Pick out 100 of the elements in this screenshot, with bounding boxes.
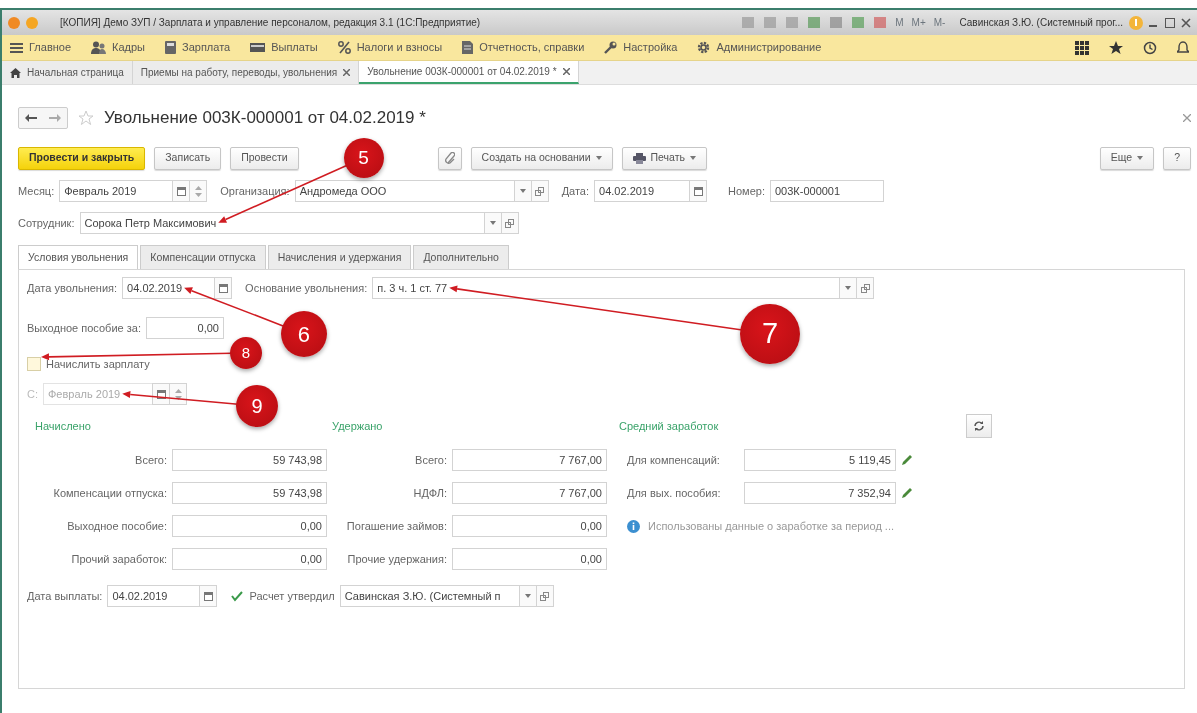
form-tab[interactable]: Дополнительно <box>413 245 509 269</box>
amount-field[interactable]: 59 743,98 <box>172 449 327 471</box>
form-tab[interactable]: Компенсации отпуска <box>140 245 266 269</box>
menu-button[interactable]: Создать на основании <box>470 146 613 170</box>
apps-grid-icon[interactable] <box>1075 40 1089 55</box>
star-icon[interactable] <box>78 110 94 126</box>
calendar-button[interactable] <box>199 585 218 607</box>
calendar-button[interactable] <box>172 180 191 202</box>
field-label: Выходное пособие за: <box>27 320 141 336</box>
toolbar-button[interactable]: Записать <box>154 146 222 170</box>
caret-icon <box>845 286 852 290</box>
amount-field[interactable]: 7 352,94 <box>744 482 896 504</box>
info-note: Использованы данные о заработке за период ... <box>648 518 895 534</box>
memory-button[interactable]: M- <box>933 15 946 30</box>
page-tab[interactable]: Увольнение 003К-000001 от 04.02.2019 * <box>359 61 579 84</box>
date-field[interactable]: 04.02.2019 <box>594 180 691 202</box>
approver-field[interactable]: Савинская З.Ю. (Системный п <box>339 585 520 607</box>
history-icon[interactable] <box>1143 40 1157 55</box>
section-link[interactable]: Налоги и взносы <box>337 39 443 56</box>
amount-field[interactable]: 0,00 <box>452 548 607 570</box>
menu-icon <box>10 41 23 54</box>
employee-field[interactable]: Сорока Петр Максимович <box>79 212 485 234</box>
gear-icon <box>697 41 711 54</box>
section-link[interactable]: Зарплата <box>165 39 231 56</box>
calendar-icon <box>176 186 186 196</box>
close-icon[interactable] <box>562 68 570 75</box>
row-label: Выходное пособие: <box>66 518 167 534</box>
spin-button[interactable] <box>189 180 208 202</box>
toolbar-icon[interactable] <box>851 16 866 29</box>
page-tab[interactable]: Начальная страница <box>2 61 133 84</box>
attach-button[interactable] <box>437 146 462 170</box>
row-label: Прочие удержания: <box>346 551 447 567</box>
close-icon[interactable] <box>1181 17 1191 28</box>
calendar-icon <box>156 389 166 399</box>
link-icon <box>535 186 545 196</box>
form-tab[interactable]: Начисления и удержания <box>267 245 412 269</box>
document-icon <box>462 41 474 54</box>
open-button[interactable] <box>856 277 875 299</box>
pencil-icon[interactable] <box>901 487 913 499</box>
field-label: Сотрудник: <box>18 215 75 231</box>
info-icon[interactable] <box>1129 15 1143 30</box>
menu-dot-icon[interactable] <box>26 16 38 29</box>
close-icon[interactable] <box>1183 114 1191 122</box>
menu-button[interactable]: Еще <box>1099 146 1155 170</box>
section-link[interactable]: Администрирование <box>697 39 822 56</box>
printer-icon <box>632 152 646 164</box>
page-tab[interactable]: Приемы на работу, переводы, увольнения <box>132 61 360 84</box>
dismissal-basis-field[interactable]: п. 3 ч. 1 ст. 77 <box>372 277 841 299</box>
amount-field[interactable]: 7 767,00 <box>452 449 607 471</box>
dropdown-button[interactable] <box>839 277 858 299</box>
calculator-icon <box>165 41 176 54</box>
month-field[interactable]: Февраль 2019 <box>59 180 174 202</box>
amount-field[interactable]: 0,00 <box>172 515 327 537</box>
amount-field[interactable]: 7 767,00 <box>452 482 607 504</box>
toolbar-icon[interactable] <box>829 16 844 29</box>
number-field[interactable]: 003К-000001 <box>769 180 884 202</box>
row-label: Погашение займов: <box>345 518 447 534</box>
amount-field[interactable]: 5 119,45 <box>744 449 896 471</box>
section-link[interactable]: Выплаты <box>250 39 318 56</box>
close-icon[interactable] <box>343 69 351 76</box>
calendar-button[interactable] <box>152 383 170 405</box>
section-link[interactable]: Главное <box>10 39 72 56</box>
caret-icon <box>489 221 496 225</box>
calendar-button[interactable] <box>214 277 233 299</box>
callout-marker: 7 <box>740 304 800 364</box>
toolbar-icon[interactable] <box>873 16 888 29</box>
field-label: Дата: <box>561 183 590 199</box>
organization-field[interactable]: Андромеда ООО <box>294 180 515 202</box>
section-link[interactable]: Кадры <box>91 39 145 56</box>
amount-field[interactable]: 0,00 <box>452 515 607 537</box>
callout-marker: 9 <box>236 385 278 427</box>
checkbox[interactable] <box>27 357 41 371</box>
print-button[interactable]: Печать <box>621 146 707 170</box>
refresh-button[interactable] <box>966 414 992 438</box>
dismissal-date-field[interactable]: 04.02.2019 <box>122 277 216 299</box>
callout-marker: 8 <box>229 337 262 369</box>
payment-date-field[interactable]: 04.02.2019 <box>107 585 201 607</box>
star-icon[interactable] <box>1109 40 1123 55</box>
amount-field[interactable]: 0,00 <box>172 548 327 570</box>
form-tab[interactable]: Условия увольнения <box>18 245 139 269</box>
spin-button[interactable] <box>169 383 187 405</box>
section-link[interactable]: Настройка <box>604 39 678 56</box>
caret-icon <box>1137 156 1144 160</box>
toolbar-button[interactable]: Провести <box>230 146 299 170</box>
pencil-icon[interactable] <box>901 454 913 466</box>
toolbar-button[interactable]: ? <box>1163 146 1191 170</box>
bell-icon[interactable] <box>1177 40 1189 55</box>
checkmark-icon <box>231 590 244 602</box>
field-label: С: <box>27 386 38 402</box>
spin-arrows-icon <box>194 185 202 197</box>
post-and-close-button[interactable]: Провести и закрыть <box>18 146 146 170</box>
maximize-icon[interactable] <box>1165 17 1175 28</box>
severance-field[interactable]: 0,00 <box>145 317 224 339</box>
user-name[interactable]: Савинская З.Ю. (Системный прог... <box>959 15 1123 30</box>
calendar-button[interactable] <box>689 180 708 202</box>
percent-icon <box>337 41 351 54</box>
toolbar-icon[interactable] <box>807 16 822 29</box>
calendar-icon <box>218 283 228 293</box>
section-link[interactable]: Отчетность, справки <box>462 39 585 56</box>
amount-field[interactable]: 59 743,98 <box>172 482 327 504</box>
